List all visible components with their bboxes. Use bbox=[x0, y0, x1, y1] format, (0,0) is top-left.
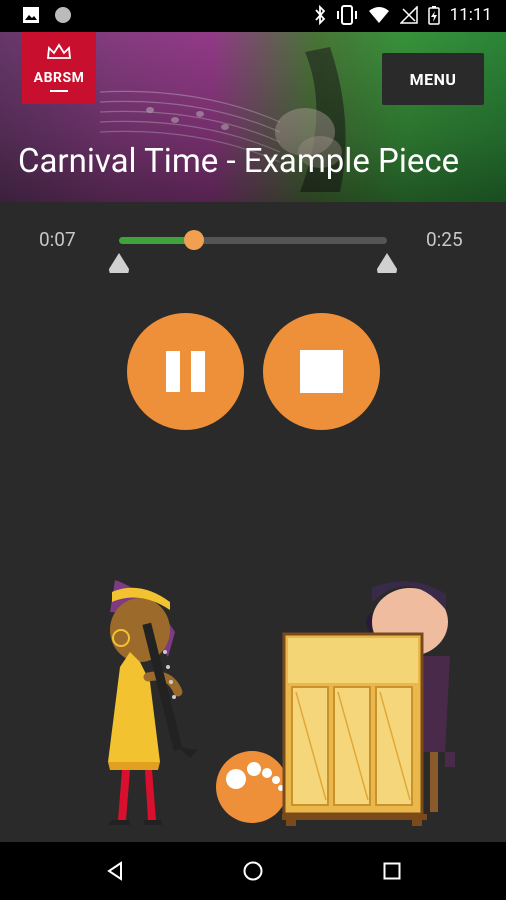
progress-track[interactable] bbox=[119, 230, 387, 250]
image-icon bbox=[23, 7, 39, 23]
no-signal-icon bbox=[399, 6, 418, 24]
pause-button[interactable] bbox=[127, 313, 244, 430]
loop-end-marker[interactable] bbox=[375, 251, 399, 273]
progress-fill bbox=[119, 237, 195, 244]
elapsed-time: 0:07 bbox=[39, 228, 76, 251]
musicians-illustration bbox=[108, 580, 455, 826]
stop-button[interactable] bbox=[263, 313, 380, 430]
status-bar: 11:11 bbox=[0, 0, 506, 32]
total-time: 0:25 bbox=[426, 228, 463, 251]
home-icon[interactable] bbox=[242, 860, 264, 882]
vibrate-icon bbox=[336, 5, 357, 25]
status-time: 11:11 bbox=[449, 5, 492, 25]
logo-text: ABRSM bbox=[33, 70, 85, 86]
bluetooth-icon bbox=[314, 5, 325, 25]
battery-charging-icon bbox=[427, 6, 440, 25]
header-banner: ABRSM MENU Carnival Time - Example Piece bbox=[0, 32, 506, 202]
nav-bar bbox=[0, 842, 506, 900]
pause-icon bbox=[166, 351, 205, 392]
back-icon[interactable] bbox=[104, 860, 126, 882]
menu-button[interactable]: MENU bbox=[382, 53, 484, 105]
abrsm-logo: ABRSM bbox=[22, 32, 96, 104]
wifi-icon bbox=[368, 7, 389, 23]
recents-icon[interactable] bbox=[381, 860, 403, 882]
circle-icon bbox=[55, 7, 71, 23]
crown-icon bbox=[47, 43, 71, 59]
progress-thumb[interactable] bbox=[184, 230, 205, 250]
loop-start-marker[interactable] bbox=[107, 251, 131, 273]
piece-title: Carnival Time - Example Piece bbox=[18, 142, 460, 181]
stop-icon bbox=[300, 350, 343, 393]
